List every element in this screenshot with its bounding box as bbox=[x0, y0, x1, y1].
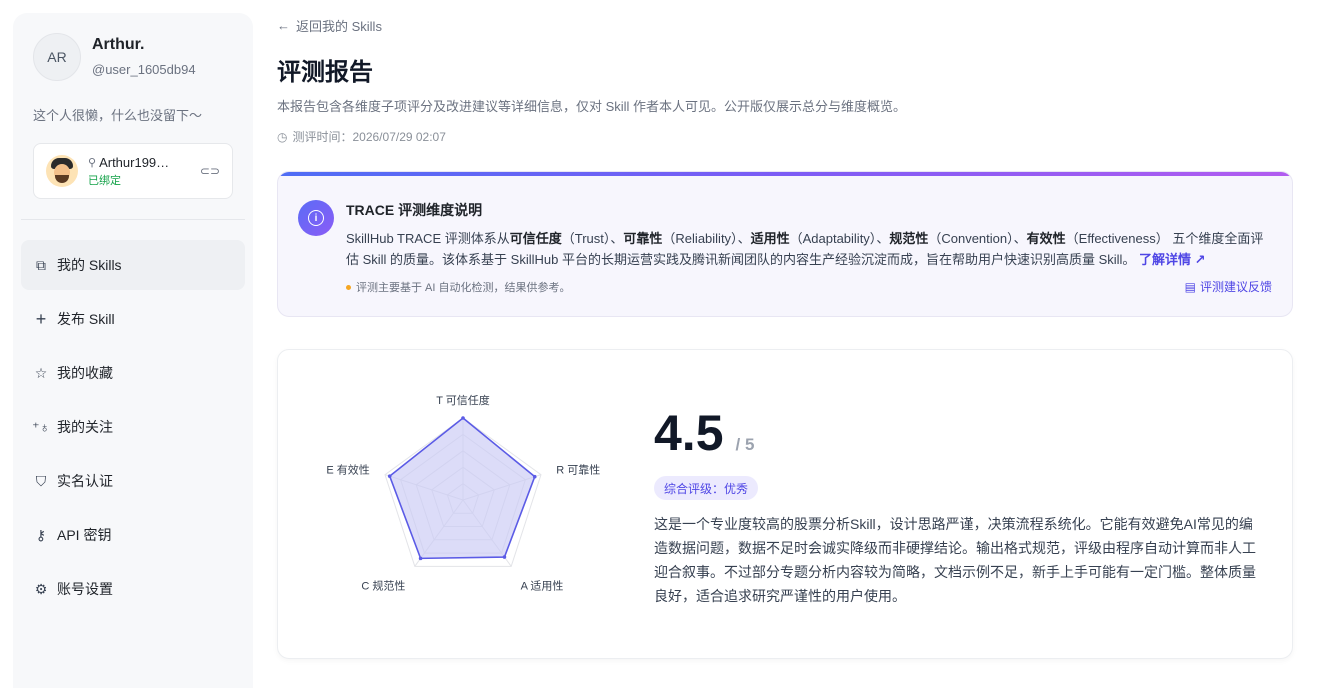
follow-icon: ⁺♁ bbox=[32, 418, 50, 435]
report-summary: 这是一个专业度较高的股票分析Skill，设计思路严谨，决策流程系统化。它能有效避… bbox=[654, 516, 1256, 604]
key-icon: ⚷ bbox=[35, 526, 47, 543]
radar-data-point bbox=[387, 474, 392, 478]
radar-data-point bbox=[461, 416, 465, 420]
shield-icon: ⛉ bbox=[35, 472, 47, 489]
eval-time-text: 测评时间：2026/07/29 02:07 bbox=[292, 130, 446, 144]
skills-icon: ⧉ bbox=[36, 256, 46, 273]
radar-data-point bbox=[532, 474, 537, 479]
gear-icon: ⚙ bbox=[34, 580, 48, 597]
unlink-icon[interactable]: ⊂⊃ bbox=[200, 164, 220, 178]
gradient-bar bbox=[278, 172, 1292, 176]
sidebar-item-label: 我的收藏 bbox=[57, 365, 113, 381]
github-username: Arthur199… bbox=[99, 154, 170, 170]
clock-icon: ◷ bbox=[277, 129, 288, 144]
github-avatar bbox=[46, 155, 78, 187]
sidebar-divider bbox=[21, 219, 245, 220]
radar-axis-label: T 可信任度 bbox=[436, 393, 490, 407]
sidebar-item-publish-skill[interactable]: + 发布 Skill bbox=[21, 294, 245, 344]
sidebar-item-following[interactable]: ⁺♁ 我的关注 bbox=[21, 402, 245, 452]
user-profile: AR Arthur. @user_1605db94 bbox=[33, 33, 196, 81]
github-status: 已绑定 bbox=[88, 174, 121, 187]
sidebar-item-favorites[interactable]: ☆ 我的收藏 bbox=[21, 348, 245, 398]
arrow-left-icon: ← bbox=[277, 18, 290, 33]
grade-badge: 综合评级：优秀 bbox=[654, 476, 759, 500]
sidebar-item-label: 账号设置 bbox=[57, 581, 113, 597]
feedback-link[interactable]: ▤ 评测建议反馈 bbox=[1185, 278, 1272, 295]
back-link[interactable]: ← 返回我的 Skills bbox=[277, 16, 382, 35]
radar-data-point bbox=[502, 555, 507, 559]
sidebar-item-account-settings[interactable]: ⚙ 账号设置 bbox=[21, 564, 245, 614]
sidebar-item-label: 我的 Skills bbox=[57, 257, 122, 273]
document-icon: ▤ bbox=[1184, 279, 1196, 294]
trace-note: 评测主要基于 AI 自动化检测，结果供参考。 bbox=[346, 279, 571, 295]
trace-title: TRACE 评测维度说明 bbox=[346, 202, 483, 218]
trace-info-card: i TRACE 评测维度说明 SkillHub TRACE 评测体系从可信任度（… bbox=[277, 171, 1293, 317]
learn-more-link[interactable]: 了解详情 ↗ bbox=[1139, 252, 1206, 267]
radar-axis-label: E 有效性 bbox=[326, 463, 369, 477]
radar-axis-label: C 规范性 bbox=[361, 578, 405, 592]
sidebar-item-label: API 密钥 bbox=[57, 527, 112, 543]
sidebar-item-label: 发布 Skill bbox=[57, 311, 115, 327]
star-icon: ☆ bbox=[34, 364, 48, 381]
github-icon: ⚲ bbox=[88, 156, 97, 169]
sidebar: AR Arthur. @user_1605db94 这个人很懒，什么也没留下～ … bbox=[13, 13, 253, 688]
eval-time: ◷ 测评时间：2026/07/29 02:07 bbox=[277, 128, 446, 145]
radar-data-point bbox=[418, 556, 423, 561]
display-name: Arthur. bbox=[92, 36, 145, 53]
score: 4.5 / 5 bbox=[654, 404, 754, 462]
sidebar-item-label: 我的关注 bbox=[57, 419, 113, 435]
back-label: 返回我的 Skills bbox=[296, 19, 382, 34]
user-bio: 这个人很懒，什么也没留下～ bbox=[33, 108, 203, 123]
sidebar-nav: ⧉ 我的 Skills + 发布 Skill ☆ 我的收藏 ⁺♁ 我的关注 ⛉ … bbox=[21, 240, 245, 618]
page-subtitle: 本报告包含各维度子项评分及改进建议等详细信息，仅对 Skill 作者本人可见。公… bbox=[277, 99, 907, 114]
sidebar-item-verification[interactable]: ⛉ 实名认证 bbox=[21, 456, 245, 506]
warning-dot-icon bbox=[346, 284, 351, 290]
score-card: T 可信任度 R 可靠性 A 适用性 C 规范性 E 有效性 4.5 / 5 综合评级：… bbox=[277, 349, 1293, 659]
radar-axis-label: R 可靠性 bbox=[556, 463, 600, 477]
avatar[interactable]: AR bbox=[33, 33, 81, 81]
sidebar-item-api-key[interactable]: ⚷ API 密钥 bbox=[21, 510, 245, 560]
radar-chart: T 可信任度 R 可靠性 A 适用性 C 规范性 E 有效性 bbox=[326, 393, 600, 592]
sidebar-item-label: 实名认证 bbox=[57, 473, 113, 489]
page-title: 评测报告 bbox=[277, 59, 373, 86]
user-handle: @user_1605db94 bbox=[92, 62, 196, 77]
score-value: 4.5 bbox=[654, 405, 724, 461]
trace-description: SkillHub TRACE 评测体系从可信任度（Trust）、可靠性（Reli… bbox=[346, 231, 1264, 267]
plus-icon: + bbox=[35, 308, 47, 329]
sidebar-item-my-skills[interactable]: ⧉ 我的 Skills bbox=[21, 240, 245, 290]
radar-data-area bbox=[388, 416, 536, 560]
info-icon: i bbox=[298, 200, 334, 236]
score-max: / 5 bbox=[735, 435, 755, 454]
radar-axis-label: A 适用性 bbox=[521, 578, 564, 592]
github-binding-card: ⚲ Arthur199… 已绑定 ⊂⊃ bbox=[33, 143, 233, 199]
